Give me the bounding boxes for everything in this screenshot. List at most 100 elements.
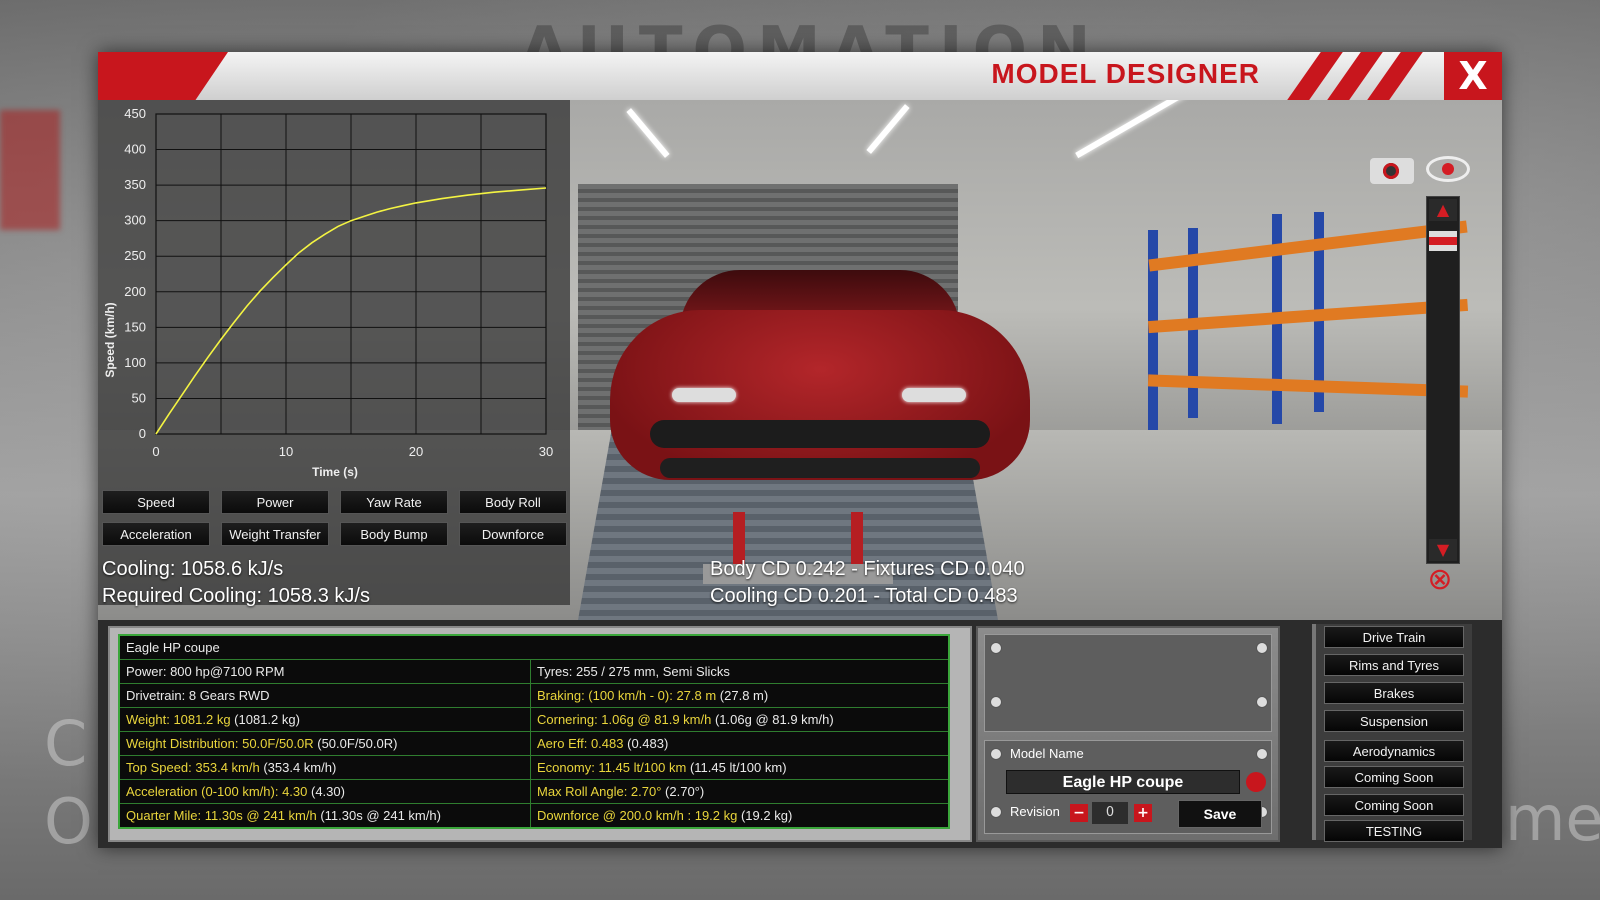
spec-value: Tyres: 255 / 275 mm, Semi Slicks bbox=[537, 664, 730, 679]
spec-cell-right: Tyres: 255 / 275 mm, Semi Slicks bbox=[530, 659, 950, 684]
spec-highlight: Max Roll Angle: 2.70° bbox=[537, 784, 662, 799]
graph-mode-power[interactable]: Power bbox=[221, 490, 329, 514]
body-cd-stat: Body CD 0.242 - Fixtures CD 0.040 bbox=[710, 558, 1025, 580]
graph-mode-yaw-rate[interactable]: Yaw Rate bbox=[340, 490, 448, 514]
specs-model-name: Eagle HP coupe bbox=[118, 634, 950, 660]
rivet bbox=[990, 806, 1002, 818]
scroll-thumb[interactable] bbox=[1429, 231, 1457, 251]
car-model[interactable] bbox=[610, 270, 1030, 510]
ceiling-light bbox=[626, 108, 670, 158]
graph-mode-downforce[interactable]: Downforce bbox=[459, 522, 567, 546]
rivet bbox=[990, 696, 1002, 708]
spec-value: (1081.2 kg) bbox=[230, 712, 300, 727]
x-tick-labels: 0 10 20 30 bbox=[152, 444, 553, 459]
storage-shelf bbox=[1147, 200, 1469, 430]
category-rims-and-tyres[interactable]: Rims and Tyres bbox=[1324, 654, 1464, 676]
scroll-up-icon[interactable]: ▲ bbox=[1429, 199, 1457, 221]
model-name-input[interactable]: Eagle HP coupe bbox=[1006, 770, 1240, 794]
category-aerodynamics[interactable]: Aerodynamics bbox=[1324, 740, 1464, 762]
spec-cell-right: Max Roll Angle: 2.70° (2.70°) bbox=[530, 779, 950, 804]
eye-icon[interactable] bbox=[1426, 156, 1470, 182]
spec-cell-right: Cornering: 1.06g @ 81.9 km/h (1.06g @ 81… bbox=[530, 707, 950, 732]
scroll-down-icon[interactable]: ▼ bbox=[1429, 539, 1457, 561]
spec-value: (353.4 km/h) bbox=[259, 760, 337, 775]
graph-mode-weight-transfer[interactable]: Weight Transfer bbox=[221, 522, 329, 546]
spec-highlight: Acceleration (0-100 km/h): 4.30 bbox=[126, 784, 308, 799]
ceiling-light bbox=[1075, 100, 1191, 159]
y-tick-label: 100 bbox=[124, 355, 146, 370]
title-red-accent bbox=[98, 52, 228, 100]
car-headlight bbox=[672, 388, 736, 402]
category-coming-soon-1[interactable]: Coming Soon bbox=[1324, 766, 1464, 788]
spec-cell-right: Aero Eff: 0.483 (0.483) bbox=[530, 731, 950, 756]
category-menu: Drive Train Rims and Tyres Brakes Suspen… bbox=[1312, 624, 1472, 842]
y-tick-label: 450 bbox=[124, 106, 146, 121]
y-tick-label: 50 bbox=[132, 390, 146, 405]
zoom-scrollbar[interactable]: ▲ ▼ bbox=[1426, 196, 1460, 564]
cooling-cd-stat: Cooling CD 0.201 - Total CD 0.483 bbox=[710, 585, 1018, 607]
spec-value: (11.45 lt/100 km) bbox=[686, 760, 787, 775]
spec-value: (4.30) bbox=[307, 784, 345, 799]
speed-chart-panel: 0 50 100 150 200 250 300 350 400 450 0 10 20 30 Spee… bbox=[98, 100, 570, 605]
y-tick-label: 0 bbox=[139, 426, 146, 441]
spec-value: (19.2 kg) bbox=[737, 808, 793, 823]
x-tick-label: 20 bbox=[409, 444, 423, 459]
model-name-label: Model Name bbox=[1010, 746, 1084, 761]
model-name-panel: Model Name Eagle HP coupe Revision − 0 +… bbox=[976, 626, 1280, 842]
graph-mode-body-bump[interactable]: Body Bump bbox=[340, 522, 448, 546]
spec-value: Drivetrain: 8 Gears RWD bbox=[126, 688, 270, 703]
category-coming-soon-2[interactable]: Coming Soon bbox=[1324, 794, 1464, 816]
x-tick-label: 30 bbox=[539, 444, 553, 459]
x-tick-label: 0 bbox=[152, 444, 159, 459]
spec-highlight: Cornering: 1.06g @ 81.9 km/h bbox=[537, 712, 712, 727]
spec-value: (50.0F/50.0R) bbox=[313, 736, 398, 751]
car-lower-vent bbox=[660, 458, 980, 478]
rivet bbox=[990, 748, 1002, 760]
camera-icon[interactable] bbox=[1370, 158, 1414, 184]
table-row: Weight Distribution: 50.0F/50.0R (50.0F/… bbox=[118, 731, 950, 756]
revision-decrement-button[interactable]: − bbox=[1070, 804, 1088, 822]
spec-value: (2.70°) bbox=[661, 784, 705, 799]
rivet bbox=[1256, 696, 1268, 708]
spec-value: (27.8 m) bbox=[716, 688, 769, 703]
spec-cell-right: Braking: (100 km/h - 0): 27.8 m (27.8 m) bbox=[530, 683, 950, 708]
specs-frame: Eagle HP coupe Power: 800 hp@7100 RPM Tyr… bbox=[108, 626, 972, 842]
revision-increment-button[interactable]: + bbox=[1134, 804, 1152, 822]
spec-highlight: Downforce @ 200.0 km/h : 19.2 kg bbox=[537, 808, 738, 823]
y-tick-labels: 0 50 100 150 200 250 300 350 400 450 bbox=[124, 106, 146, 441]
name-reset-icon[interactable] bbox=[1246, 772, 1266, 792]
x-tick-label: 10 bbox=[279, 444, 293, 459]
car-grille bbox=[650, 420, 990, 448]
spec-cell-left: Top Speed: 353.4 km/h (353.4 km/h) bbox=[118, 755, 531, 780]
close-button[interactable]: X bbox=[1444, 52, 1502, 100]
category-testing[interactable]: TESTING bbox=[1324, 820, 1464, 842]
y-axis-title: Speed (km/h) bbox=[103, 302, 117, 377]
spec-cell-right: Downforce @ 200.0 km/h : 19.2 kg (19.2 k… bbox=[530, 803, 950, 829]
window-title: MODEL DESIGNER bbox=[991, 58, 1260, 89]
graph-mode-speed[interactable]: Speed bbox=[102, 490, 210, 514]
graph-mode-acceleration[interactable]: Acceleration bbox=[102, 522, 210, 546]
spec-cell-left: Weight: 1081.2 kg (1081.2 kg) bbox=[118, 707, 531, 732]
spec-cell-left: Power: 800 hp@7100 RPM bbox=[118, 659, 531, 684]
spec-value: Power: 800 hp@7100 RPM bbox=[126, 664, 285, 679]
save-button[interactable]: Save bbox=[1178, 800, 1262, 828]
y-tick-label: 300 bbox=[124, 213, 146, 228]
spec-highlight: Aero Eff: 0.483 bbox=[537, 736, 624, 751]
spec-cell-left: Quarter Mile: 11.30s @ 241 km/h (11.30s … bbox=[118, 803, 531, 829]
blank-plate bbox=[984, 634, 1272, 732]
speed-chart: 0 50 100 150 200 250 300 350 400 450 0 10 20 30 Spee… bbox=[103, 106, 553, 479]
reset-view-icon[interactable]: ⊗ bbox=[1420, 565, 1460, 595]
spec-cell-left: Drivetrain: 8 Gears RWD bbox=[118, 683, 531, 708]
table-row: Power: 800 hp@7100 RPM Tyres: 255 / 275 m… bbox=[118, 659, 950, 684]
spec-highlight: Weight Distribution: 50.0F/50.0R bbox=[126, 736, 314, 751]
spec-value: (1.06g @ 81.9 km/h) bbox=[711, 712, 834, 727]
category-suspension[interactable]: Suspension bbox=[1324, 710, 1464, 732]
graph-mode-body-roll[interactable]: Body Roll bbox=[459, 490, 567, 514]
category-drive-train[interactable]: Drive Train bbox=[1324, 626, 1464, 648]
category-brakes[interactable]: Brakes bbox=[1324, 682, 1464, 704]
car-viewport[interactable]: ▲ ▼ ⊗ 0 50 100 150 200 250 300 350 400 450 0 10 20 3… bbox=[98, 100, 1502, 620]
spec-value: (11.30s @ 241 km/h) bbox=[316, 808, 441, 823]
background-text-right: me bbox=[1505, 782, 1600, 855]
spec-highlight: Braking: (100 km/h - 0): 27.8 m bbox=[537, 688, 717, 703]
spec-highlight: Economy: 11.45 lt/100 km bbox=[537, 760, 687, 775]
